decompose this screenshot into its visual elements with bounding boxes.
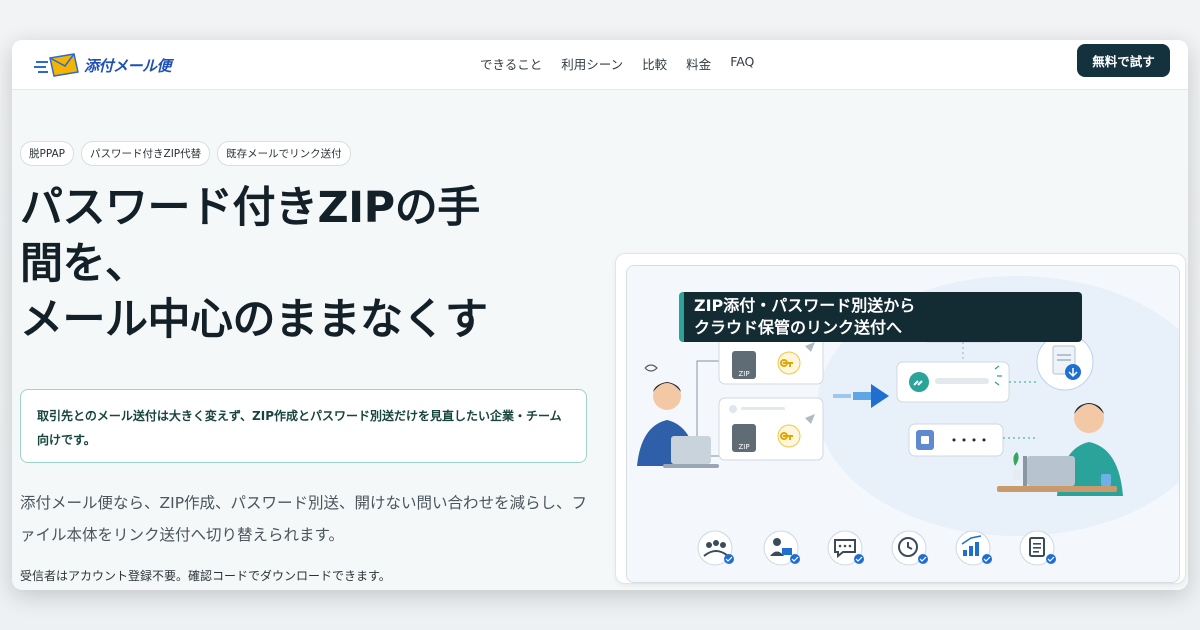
nav-item-features[interactable]: できること [480, 54, 542, 73]
main-nav: できること 利用シーン 比較 料金 FAQ [480, 54, 754, 73]
worried-person [637, 364, 719, 468]
chat-icon [827, 530, 864, 566]
hero-illustration: ZIP ZIP • • • • ZIP添付・パスワード別送から クラウド保管のリ… [626, 265, 1180, 583]
brand-logo[interactable]: 添付メール便 [34, 50, 172, 80]
illustration-caption: ZIP添付・パスワード別送から クラウド保管のリンク送付へ [679, 292, 1082, 342]
verification-code-card: • • • • [908, 423, 1004, 457]
envelope-logo-icon [34, 50, 80, 80]
free-trial-button[interactable]: 無料で試す [1077, 44, 1170, 77]
brand-name: 添付メール便 [84, 56, 172, 75]
header: 添付メール便 できること 利用シーン 比較 料金 FAQ 無料で試す [12, 40, 1188, 90]
headline-line: メール中心のままなくす [20, 295, 488, 345]
hero-illustration-card: ZIP ZIP • • • • ZIP添付・パスワード別送から クラウド保管のリ… [615, 253, 1186, 584]
tag-list: 脱PPAP パスワード付きZIP代替 既存メールでリンク送付 [20, 141, 351, 166]
code-mask: • • • • [951, 434, 987, 447]
tag-chip: パスワード付きZIP代替 [81, 141, 211, 166]
nav-item-use-cases[interactable]: 利用シーン [561, 54, 623, 73]
caption-line: クラウド保管のリンク送付へ [694, 318, 903, 337]
hero-headline: パスワード付きZIPの手 間を、 メール中心のままなくす [20, 180, 600, 348]
nav-item-comparison[interactable]: 比較 [642, 54, 667, 73]
hero-description: 添付メール便なら、ZIP作成、パスワード別送、開けない問い合わせを減らし、ファイ… [20, 494, 588, 544]
tag-chip: 脱PPAP [20, 141, 75, 166]
bar-chart-icon [955, 530, 992, 566]
zip-label: ZIP [738, 443, 749, 451]
clock-icon [891, 530, 928, 566]
user-laptop-icon [763, 530, 800, 566]
zip-label: ZIP [738, 370, 749, 378]
caption-line: ZIP添付・パスワード別送から [694, 296, 916, 315]
headline-line: パスワード付きZIPの手 [20, 183, 480, 233]
team-icon [697, 530, 734, 566]
tag-chip: 既存メールでリンク送付 [217, 141, 351, 166]
browser-page: 添付メール便 できること 利用シーン 比較 料金 FAQ 無料で試す 脱PPAP… [12, 40, 1188, 590]
nav-item-pricing[interactable]: 料金 [686, 54, 711, 73]
headline-line: 間を、 [20, 239, 148, 289]
zip-file-card: ZIP [718, 397, 824, 461]
nav-item-faq[interactable]: FAQ [730, 54, 754, 73]
target-audience-notice: 取引先とのメール送付は大きく変えず、ZIP作成とパスワード別送だけを見直したい企… [20, 389, 587, 463]
download-document-icon [1036, 333, 1094, 391]
document-icon [1019, 530, 1056, 566]
recipient-note: 受信者はアカウント登録不要。確認コードでダウンロードできます。 [20, 569, 391, 583]
share-link-card [896, 361, 1010, 403]
